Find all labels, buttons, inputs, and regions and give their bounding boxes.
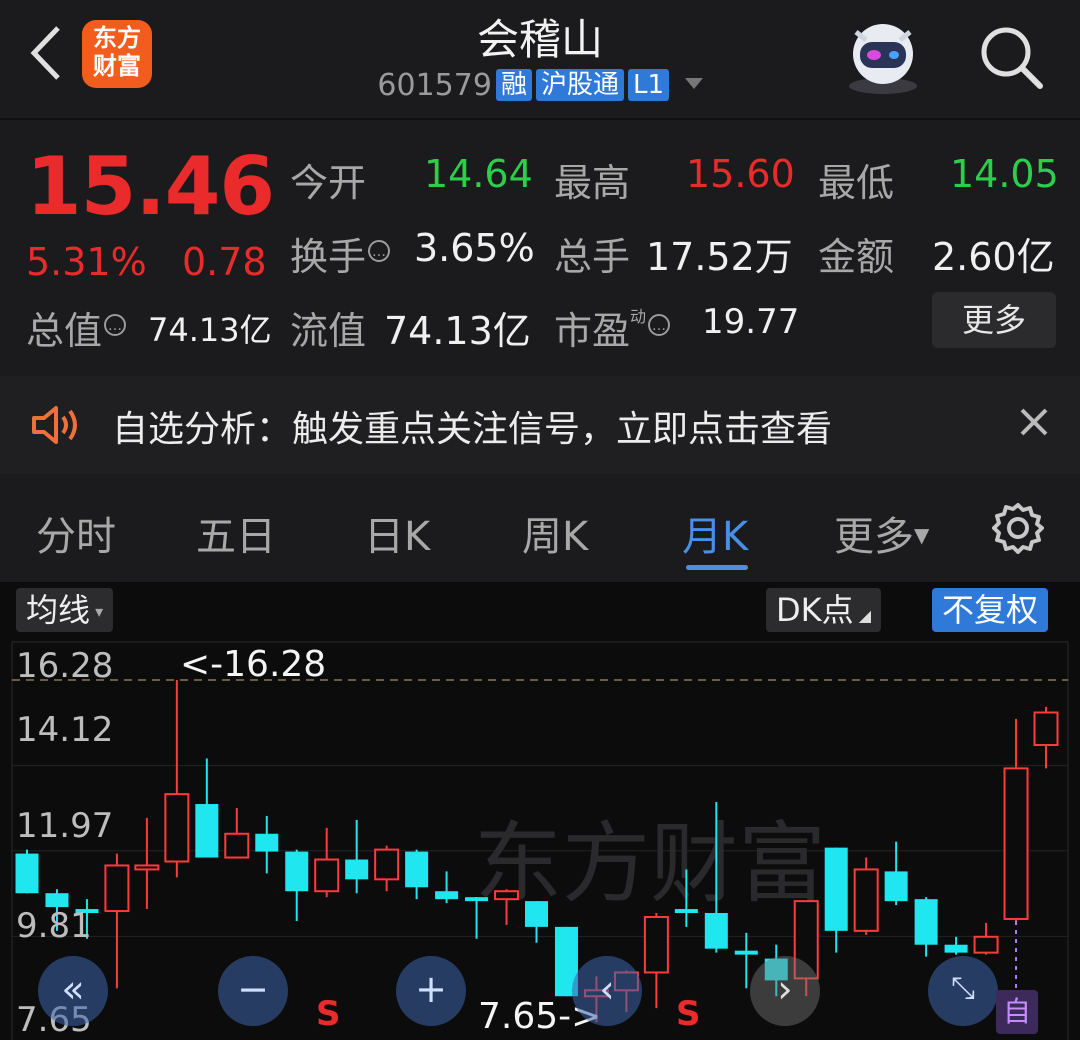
chart-watermark: 东方财富	[474, 814, 826, 913]
volume-label: 总手	[554, 235, 631, 279]
candle-body	[435, 891, 459, 900]
tab-intraday[interactable]: 分时	[36, 504, 116, 562]
close-icon[interactable]	[1016, 404, 1052, 444]
zoom-out-button[interactable]: −	[218, 956, 288, 1026]
speaker-icon	[30, 404, 82, 450]
tab-more[interactable]: 更多▼	[834, 504, 929, 562]
candle-body	[134, 864, 160, 871]
y-tick-label: 9.81	[16, 906, 92, 946]
candle-body	[195, 804, 219, 858]
notice-text[interactable]: 自选分析：触发重点关注信号，立即点击查看	[112, 400, 832, 452]
y-tick-label: 11.97	[16, 806, 114, 846]
sell-signal-label: S	[676, 994, 701, 1034]
candle-body	[973, 935, 999, 954]
candle-body	[15, 853, 39, 894]
open-value: 14.64	[424, 152, 533, 196]
tag-level: L1	[627, 69, 670, 101]
amount-value: 2.60亿	[932, 235, 1055, 279]
candle-body	[405, 851, 429, 888]
pe-value: 19.77	[702, 302, 800, 342]
app-logo[interactable]: 东方 财富	[82, 20, 152, 88]
max-price-marker: <-16.28	[180, 644, 327, 685]
info-icon[interactable]: …	[104, 314, 127, 336]
candle-body	[314, 858, 340, 893]
candle-body	[494, 890, 520, 901]
y-tick-label: 14.12	[16, 710, 114, 750]
float-label: 流值	[290, 309, 367, 353]
scroll-right-icon[interactable]: ›	[750, 956, 820, 1026]
float-value: 74.13亿	[384, 309, 531, 353]
change-percent: 5.31%	[26, 240, 147, 284]
high-label: 最高	[554, 161, 631, 205]
zoom-in-button[interactable]: +	[396, 956, 466, 1026]
candle-body	[345, 859, 369, 880]
info-icon[interactable]: …	[368, 240, 391, 262]
scroll-left-icon[interactable]: ‹	[572, 956, 642, 1026]
candle-body	[734, 950, 758, 955]
candle-body	[884, 871, 908, 902]
dropdown-arrow-icon[interactable]	[684, 78, 703, 89]
tab-daily-k[interactable]: 日K	[364, 504, 430, 562]
pe-label[interactable]: 市盈动…	[554, 300, 671, 355]
back-arrow-icon[interactable]	[22, 22, 72, 84]
candle-body	[643, 915, 669, 974]
self-select-marker[interactable]: 自	[996, 990, 1038, 1034]
volume-value: 17.52万	[646, 235, 793, 279]
caret-down-icon: ▼	[914, 523, 930, 547]
candle-body	[944, 944, 968, 953]
candle-body	[465, 897, 489, 902]
high-value: 15.60	[686, 152, 795, 196]
mktcap-label[interactable]: 总值…	[26, 300, 127, 355]
divider	[0, 118, 1080, 120]
more-button[interactable]: 更多	[932, 292, 1056, 348]
candle-body	[674, 909, 698, 914]
candle-body	[164, 793, 190, 863]
candle-body	[1003, 767, 1029, 920]
search-icon[interactable]	[976, 22, 1046, 92]
y-tick-label: 16.28	[16, 646, 114, 686]
turnover-value: 3.65%	[414, 226, 535, 270]
stock-code-row[interactable]: 601579 融沪股通 L1	[300, 68, 780, 103]
tab-monthly-k[interactable]: 月K	[682, 504, 748, 562]
amount-label: 金额	[818, 235, 895, 279]
candle-body	[255, 833, 279, 852]
candle-body	[285, 851, 309, 892]
candle-body	[824, 847, 848, 931]
candle-body	[45, 893, 69, 908]
scroll-left-fast-icon[interactable]: «	[38, 956, 108, 1026]
tag-margin: 融	[495, 69, 532, 101]
candle-body	[914, 899, 938, 945]
candle-body	[704, 913, 728, 949]
candle-body	[224, 832, 250, 859]
tab-five-day[interactable]: 五日	[196, 504, 276, 562]
change-amount: 0.78	[182, 240, 267, 284]
mktcap-value: 74.13亿	[148, 311, 272, 349]
low-value: 14.05	[950, 152, 1059, 196]
tag-connect: 沪股通	[535, 69, 624, 101]
kline-chart[interactable]: 东方财富	[0, 582, 1080, 1040]
candle-body	[853, 868, 879, 932]
open-label: 今开	[290, 161, 367, 205]
active-tab-indicator	[686, 565, 748, 570]
pe-superscript: 动	[630, 307, 647, 326]
candle-body	[525, 901, 548, 927]
info-icon[interactable]: …	[648, 314, 671, 336]
tab-weekly-k[interactable]: 周K	[522, 504, 588, 562]
turnover-label[interactable]: 换手…	[290, 226, 391, 281]
current-price: 15.46	[26, 140, 275, 233]
low-label: 最低	[818, 161, 895, 205]
settings-gear-icon[interactable]	[992, 502, 1044, 558]
candle-body	[104, 864, 130, 913]
candle-body	[1033, 711, 1059, 746]
stock-name: 会稽山	[476, 15, 603, 64]
sell-signal-label: S	[316, 994, 341, 1034]
robot-assistant-icon[interactable]	[838, 16, 928, 96]
stock-code: 601579	[377, 68, 492, 103]
fullscreen-icon[interactable]: ⤡	[928, 956, 998, 1026]
candle-body	[374, 848, 400, 881]
